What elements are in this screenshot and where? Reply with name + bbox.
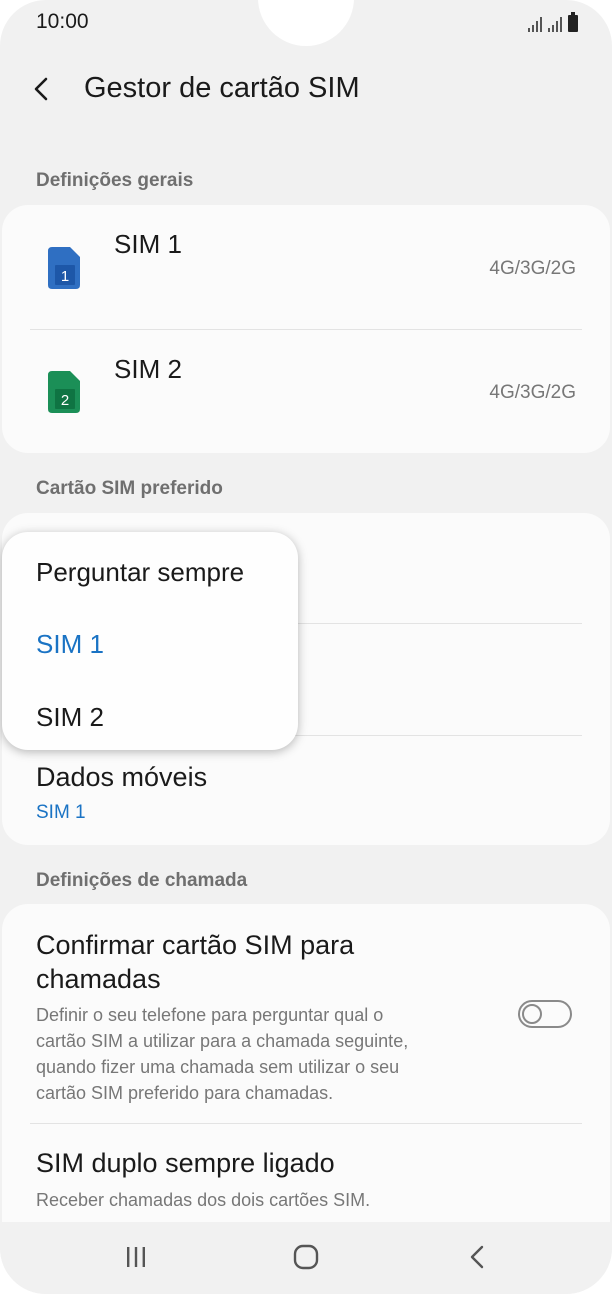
popup-option-always-ask[interactable]: Perguntar sempre (36, 557, 244, 588)
general-card: 1 SIM 1 4G/3G/2G 2 SIM 2 4G/3G/2G (2, 205, 610, 453)
sim1-number: 1 (61, 268, 69, 285)
section-label-calls: Definições de chamada (36, 870, 248, 891)
chevron-left-icon (34, 77, 48, 101)
signal-icon-sim1 (528, 16, 542, 32)
popup-option-sim2[interactable]: SIM 2 (36, 702, 104, 733)
status-icons (528, 12, 578, 32)
signal-icon-sim2 (548, 16, 562, 32)
app-header: Gestor de cartão SIM (0, 60, 612, 120)
nav-back-button[interactable] (458, 1240, 498, 1274)
sim-card-2-icon: 2 (48, 371, 80, 413)
dual-sim-row[interactable]: SIM duplo sempre ligado Receber chamadas… (2, 1124, 610, 1234)
dual-sim-desc: Receber chamadas dos dois cartões SIM. (36, 1190, 371, 1210)
mobile-data-row[interactable]: Dados móveis SIM 1 (2, 736, 610, 845)
section-label-preferred: Cartão SIM preferido (36, 478, 223, 499)
sim1-row[interactable]: 1 SIM 1 4G/3G/2G (2, 205, 610, 329)
sim2-number: 2 (61, 392, 69, 409)
confirm-sim-title-line2: chamadas (36, 964, 161, 994)
recent-apps-icon (127, 1247, 145, 1267)
popup-option-sim1[interactable]: SIM 1 (36, 629, 104, 660)
battery-icon (568, 12, 578, 32)
confirm-sim-desc-line2: cartão SIM a utilizar para a chamada seg… (36, 1031, 409, 1051)
sim2-title: SIM 2 (114, 354, 182, 384)
home-button[interactable] (286, 1240, 326, 1274)
camera-notch (258, 0, 354, 46)
back-icon (470, 1245, 484, 1269)
sim-card-1-icon: 1 (48, 247, 80, 289)
page-title: Gestor de cartão SIM (84, 72, 360, 104)
calls-card: Confirmar cartão SIM para chamadas Defin… (2, 904, 610, 1234)
confirm-sim-title-line1: Confirmar cartão SIM para (36, 930, 355, 960)
confirm-sim-desc-line3: quando fizer uma chamada sem utilizar o … (36, 1057, 400, 1077)
back-button[interactable] (26, 70, 62, 110)
status-bar: 10:00 (0, 0, 612, 46)
toggle-knob (522, 1004, 542, 1024)
sim2-row[interactable]: 2 SIM 2 4G/3G/2G (2, 330, 610, 453)
section-label-general: Definições gerais (36, 170, 194, 191)
navigation-bar (0, 1222, 612, 1294)
phone-screen: 10:00 Gestor de cartão SIM Definições ge… (0, 0, 612, 1294)
mobile-data-value: SIM 1 (36, 802, 86, 823)
confirm-sim-desc-line1: Definir o seu telefone para perguntar qu… (36, 1005, 384, 1025)
home-icon (293, 1244, 319, 1270)
sim-choice-popup: Perguntar sempre SIM 1 SIM 2 (2, 532, 298, 750)
mobile-data-title: Dados móveis (36, 762, 208, 792)
recent-apps-button[interactable] (116, 1240, 156, 1274)
confirm-sim-toggle[interactable] (518, 1000, 572, 1028)
sim1-network-type: 4G/3G/2G (489, 258, 576, 279)
sim1-title: SIM 1 (114, 229, 182, 259)
dual-sim-title: SIM duplo sempre ligado (36, 1148, 335, 1178)
sim2-network-type: 4G/3G/2G (489, 382, 576, 403)
status-time: 10:00 (36, 10, 89, 33)
confirm-sim-row[interactable]: Confirmar cartão SIM para chamadas Defin… (2, 904, 610, 1123)
confirm-sim-desc-line4: cartão SIM preferido para chamadas. (36, 1083, 334, 1103)
